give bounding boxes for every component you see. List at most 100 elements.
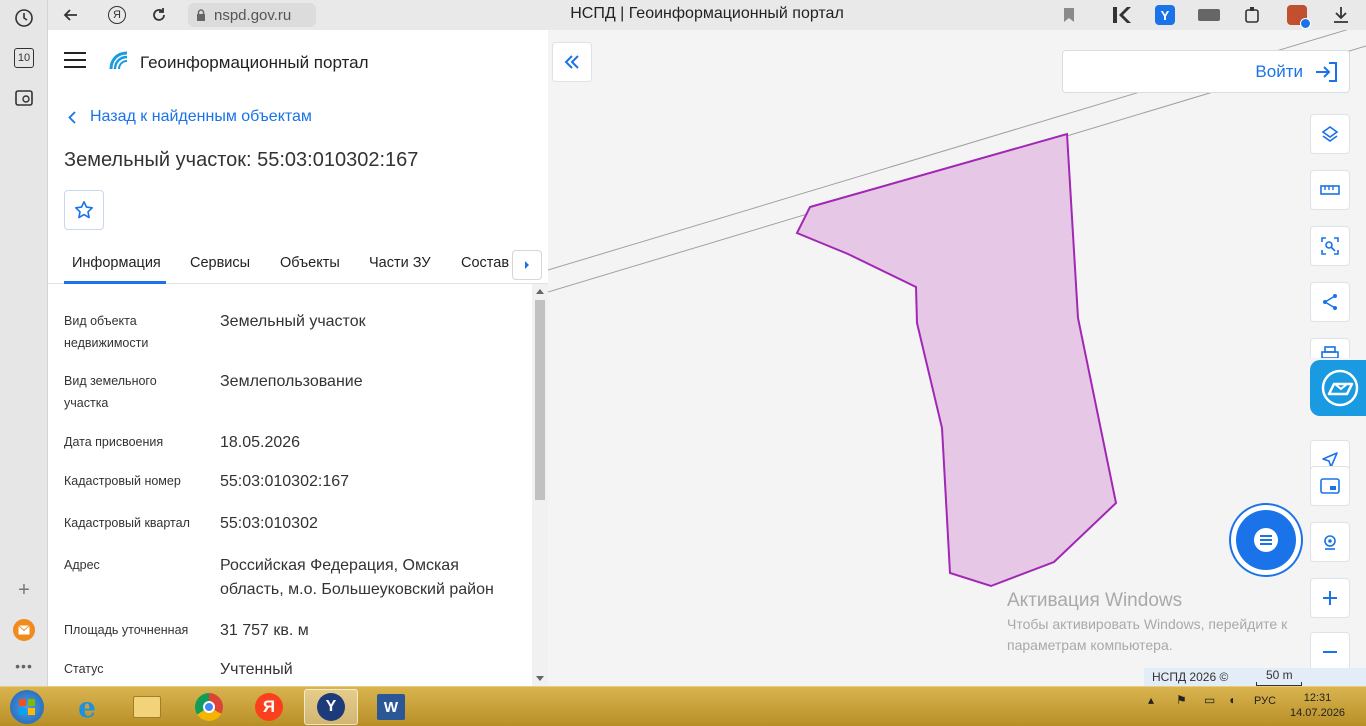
extension-card-icon[interactable]: [1198, 4, 1220, 26]
portal-logo-icon: [108, 50, 130, 72]
field-value: 31 757 кв. м: [220, 622, 309, 639]
volume-icon[interactable]: ◖: [1228, 693, 1235, 707]
location-search-button[interactable]: [1310, 522, 1350, 562]
clock[interactable]: 12:31 14.07.2026: [1290, 691, 1345, 721]
tab-information[interactable]: Информация: [72, 255, 161, 271]
tabs-count-button[interactable]: 10: [10, 44, 38, 72]
windows-logo-icon: [19, 699, 35, 715]
field-label: Площадь уточненная: [64, 623, 189, 637]
history-icon[interactable]: [10, 4, 38, 32]
extension-k-icon[interactable]: [1110, 4, 1132, 26]
field-value: Земельный участок: [220, 313, 366, 330]
more-icon[interactable]: •••: [10, 652, 38, 680]
word-taskbar-icon[interactable]: W: [364, 689, 418, 725]
explorer-taskbar-icon[interactable]: [120, 689, 174, 725]
tab-bar: Информация Сервисы Объекты Части ЗУ Сост…: [48, 242, 548, 284]
back-arrow-icon[interactable]: [60, 4, 82, 26]
network-icon[interactable]: ▭: [1204, 693, 1215, 707]
portal-name: Геоинформационный портал: [140, 53, 369, 72]
ie-taskbar-icon[interactable]: e: [60, 689, 114, 725]
field-label: Адрес: [64, 558, 100, 572]
scale-bar: 50 m: [1256, 668, 1303, 686]
chat-button[interactable]: [1236, 510, 1296, 570]
feedback-icon: [1321, 369, 1359, 407]
map-view[interactable]: Войти Активация Windows Чтобы активирова…: [548, 30, 1366, 686]
clock-date: 14.07.2026: [1290, 707, 1346, 719]
screenshot-icon[interactable]: [10, 84, 38, 112]
measure-button[interactable]: [1310, 170, 1350, 210]
minus-icon: [1323, 651, 1337, 653]
url-text: nspd.gov.ru: [214, 6, 292, 24]
plus-icon: [1323, 591, 1337, 605]
scale-label: 50 m: [1265, 668, 1293, 682]
input-language[interactable]: РУС: [1254, 695, 1276, 707]
lock-icon: [197, 9, 205, 21]
field-label: Статус: [64, 662, 104, 676]
back-to-results-link[interactable]: Назад к найденным объектам: [68, 108, 312, 126]
tabs-scroll-right-button[interactable]: [512, 250, 542, 280]
watermark-text: Чтобы активировать Windows, перейдите к …: [1007, 616, 1288, 653]
field-value: 55:03:010302: [220, 515, 318, 532]
field-value: 18.05.2026: [220, 434, 301, 451]
zoom-in-button[interactable]: [1310, 578, 1350, 618]
login-button[interactable]: Войти: [1062, 50, 1350, 93]
back-link-label: Назад к найденным объектам: [90, 108, 312, 125]
reload-icon[interactable]: [148, 4, 170, 26]
share-button[interactable]: [1310, 282, 1350, 322]
watermark-title: Активация Windows: [1007, 590, 1183, 611]
collapse-panel-button[interactable]: [552, 42, 592, 82]
windows-activation-watermark: Активация Windows Чтобы активировать Win…: [1007, 590, 1287, 656]
favorite-button[interactable]: [64, 190, 104, 230]
area-search-button[interactable]: [1310, 226, 1350, 266]
minimap-button[interactable]: [1310, 466, 1350, 506]
scroll-up-icon[interactable]: [536, 288, 544, 294]
minimap-icon: [1320, 478, 1340, 494]
menu-icon[interactable]: [64, 52, 86, 68]
add-icon[interactable]: +: [10, 576, 38, 604]
field-value: Землепользование: [220, 373, 363, 390]
scrollbar[interactable]: [532, 284, 548, 686]
yandex-taskbar-icon[interactable]: Я: [242, 689, 296, 725]
extension-puzzle-icon[interactable]: [1242, 4, 1264, 26]
tab-objects[interactable]: Объекты: [280, 255, 340, 271]
bookmark-icon[interactable]: [1058, 4, 1080, 26]
tab-services[interactable]: Сервисы: [190, 255, 250, 271]
select-search-icon: [1321, 237, 1339, 255]
tab-parts[interactable]: Части ЗУ: [369, 255, 431, 271]
star-icon: [75, 201, 93, 219]
download-icon[interactable]: [1330, 4, 1352, 26]
yandex-icon[interactable]: Я: [106, 4, 128, 26]
flag-icon[interactable]: ⚑: [1176, 693, 1187, 707]
map-attribution: НСПД 2026 © 50 m: [1144, 668, 1366, 686]
login-label: Войти: [1255, 61, 1303, 81]
chevron-left-icon: [68, 110, 76, 124]
mail-icon[interactable]: [10, 616, 38, 644]
field-label: Кадастровый номер: [64, 474, 181, 488]
taskbar: e Я Y W ▴ ⚑ ▭ ◖ РУС 12:31 14.07.2026: [0, 686, 1366, 726]
extension-shield-icon[interactable]: Y: [1154, 4, 1176, 26]
scroll-down-icon[interactable]: [536, 676, 544, 682]
ruler-icon: [1320, 185, 1340, 195]
active-tab-indicator: [64, 281, 166, 284]
layers-button[interactable]: [1310, 114, 1350, 154]
field-value: Российская Федерация, Омская область, м.…: [220, 557, 494, 598]
show-hidden-icons-icon[interactable]: ▴: [1148, 693, 1154, 707]
map-canvas: [548, 30, 1366, 588]
profile-icon[interactable]: [1286, 4, 1311, 29]
field-value: Учтенный: [220, 661, 293, 678]
share-icon: [1323, 294, 1337, 310]
double-chevron-left-icon: [564, 55, 579, 69]
feedback-button[interactable]: [1310, 360, 1366, 416]
land-parcel[interactable]: [795, 132, 1118, 588]
zoom-out-button[interactable]: [1310, 632, 1350, 672]
yandex-browser-taskbar-icon[interactable]: Y: [304, 689, 358, 725]
scrollbar-thumb[interactable]: [535, 300, 545, 500]
address-bar[interactable]: nspd.gov.ru: [188, 3, 316, 27]
chat-icon: [1254, 528, 1278, 552]
printer-icon: [1321, 346, 1339, 358]
tab-composition[interactable]: Состав: [461, 255, 509, 271]
start-button[interactable]: [0, 689, 54, 725]
chrome-taskbar-icon[interactable]: [182, 689, 236, 725]
clock-time: 12:31: [1303, 692, 1332, 704]
print-button[interactable]: [1310, 338, 1350, 358]
